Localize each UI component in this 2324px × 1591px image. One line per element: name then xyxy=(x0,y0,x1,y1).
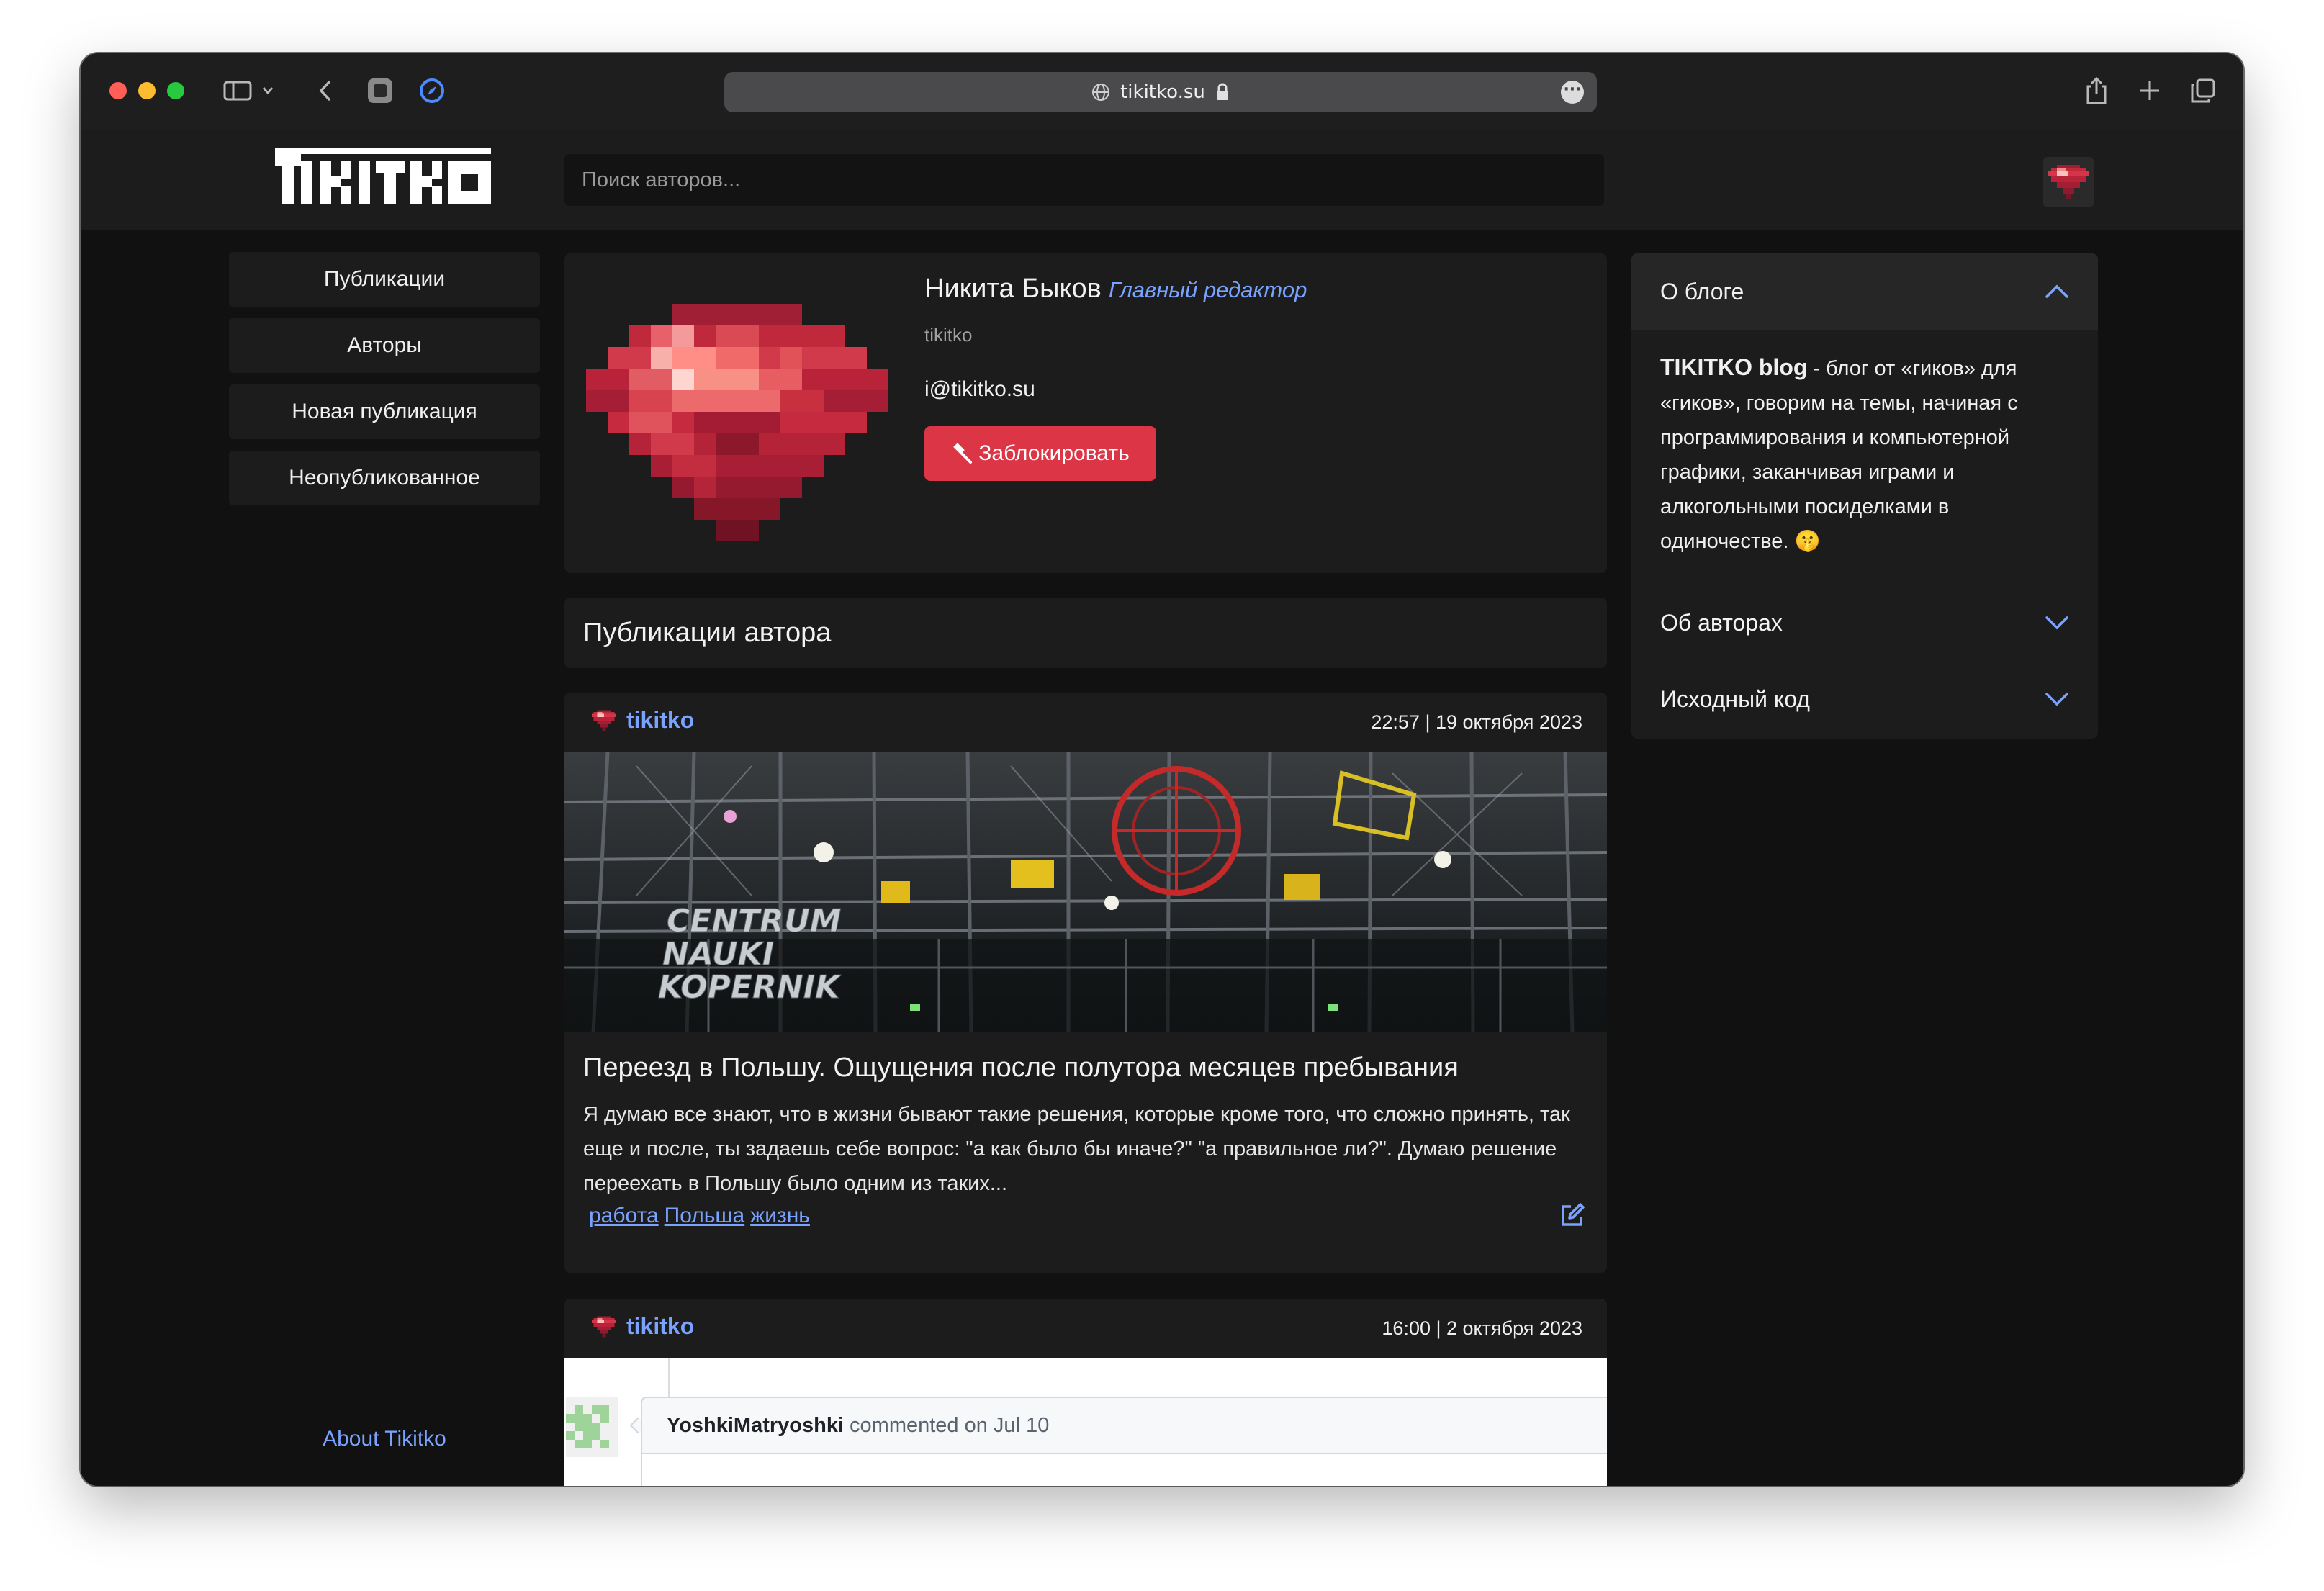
comment-header: YoshkiMatryoshki commented on Jul 10 xyxy=(641,1397,1607,1454)
block-author-button[interactable]: Заблокировать xyxy=(924,426,1156,481)
minimize-window-button[interactable] xyxy=(138,82,156,99)
chevron-up-icon xyxy=(2045,281,2069,302)
ruby-icon xyxy=(592,709,616,731)
block-author-label: Заблокировать xyxy=(978,441,1130,465)
accordion-source-code-label: Исходный код xyxy=(1660,685,1810,712)
post-date: 22:57 | 19 октября 2023 xyxy=(1371,711,1582,733)
about-blog-text: TIKITKO blog - блог от «гиков» для «гико… xyxy=(1660,350,2078,559)
post-date: 16:00 | 2 октября 2023 xyxy=(1382,1317,1582,1339)
post-header: tikitko 22:57 | 19 октября 2023 xyxy=(564,693,1607,752)
commenter-name: YoshkiMatryoshki xyxy=(667,1413,845,1437)
author-avatar-ruby xyxy=(586,304,888,541)
url-text: tikitko.su xyxy=(1120,81,1205,103)
image-text-line-3: KOPERNIK xyxy=(658,969,842,1006)
post-cover-image[interactable]: YoshkiMatryoshki commented on Jul 10 xyxy=(564,1358,1607,1486)
address-bar[interactable]: tikitko.su ··· xyxy=(724,72,1597,112)
tag-link[interactable]: работа xyxy=(589,1204,659,1228)
user-avatar[interactable] xyxy=(2043,157,2094,207)
post-author[interactable]: tikitko xyxy=(592,1313,694,1340)
post-tags: работа Польша жизнь xyxy=(589,1204,810,1228)
author-publications-heading: Публикации автора xyxy=(564,598,1607,668)
tag-link[interactable]: жизнь xyxy=(750,1204,810,1228)
author-profile-card: Никита Быков Главный редактор tikitko i@t… xyxy=(564,253,1607,573)
share-icon[interactable] xyxy=(2081,75,2112,107)
post-author[interactable]: tikitko xyxy=(592,707,694,734)
commenter-avatar xyxy=(566,1397,618,1457)
hammer-icon xyxy=(951,443,973,464)
about-blog-brand: TIKITKO blog xyxy=(1660,354,1808,380)
nav-item-unpublished[interactable]: Неопубликованное xyxy=(229,451,540,505)
author-role: Главный редактор xyxy=(1108,277,1307,302)
site-header xyxy=(81,130,2243,230)
accordion-about-authors-label: Об авторах xyxy=(1660,609,1783,636)
post-card[interactable]: tikitko 22:57 | 19 октября 2023 CENTRUM … xyxy=(564,693,1607,1273)
edit-post-icon[interactable] xyxy=(1559,1202,1585,1228)
author-name-text: Никита Быков xyxy=(924,274,1102,304)
nav-item-publications[interactable]: Публикации xyxy=(229,252,540,307)
extension-icon[interactable] xyxy=(364,75,396,107)
more-options-icon[interactable]: ··· xyxy=(1561,81,1584,104)
compass-icon[interactable] xyxy=(416,75,448,107)
about-tikitko-link[interactable]: About Tikitko xyxy=(229,1427,540,1451)
tikitko-logo[interactable] xyxy=(275,148,491,206)
post-header: tikitko 16:00 | 2 октября 2023 xyxy=(564,1299,1607,1358)
globe-icon xyxy=(1091,83,1110,102)
comment-meta: commented on Jul 10 xyxy=(850,1413,1050,1437)
post-author-name: tikitko xyxy=(626,1313,695,1339)
post-author-name: tikitko xyxy=(626,707,695,733)
back-arrow-icon[interactable] xyxy=(311,75,340,107)
close-window-button[interactable] xyxy=(109,82,127,99)
browser-toolbar: tikitko.su ··· xyxy=(81,53,2243,130)
author-name: Никита Быков Главный редактор xyxy=(924,274,1307,305)
post-excerpt: Я думаю все знают, что в жизни бывают та… xyxy=(583,1103,1570,1195)
timeline-line xyxy=(668,1358,670,1397)
search-input[interactable] xyxy=(564,154,1604,206)
sidebar-toggle-icon[interactable] xyxy=(222,75,279,107)
post-cover-image[interactable]: CENTRUM NAUKI KOPERNIK xyxy=(564,752,1607,1032)
nav-item-authors[interactable]: Авторы xyxy=(229,318,540,373)
tag-link[interactable]: Польша xyxy=(665,1204,744,1228)
about-blog-description: - блог от «гиков» для «гиков», говорим н… xyxy=(1660,357,2018,553)
post-title[interactable]: Переезд в Польшу. Ощущения после полутор… xyxy=(583,1053,1459,1083)
comment-body xyxy=(641,1454,1607,1486)
lock-icon xyxy=(1215,83,1230,102)
accordion-about-authors[interactable]: Об авторах xyxy=(1631,585,2098,661)
blog-info-sidebar: О блоге TIKITKO blog - блог от «гиков» д… xyxy=(1631,253,2098,739)
accordion-about-blog[interactable]: О блоге xyxy=(1631,253,2098,330)
chevron-down-icon xyxy=(2045,612,2069,634)
tab-overview-icon[interactable] xyxy=(2187,75,2219,107)
author-email: i@tikitko.su xyxy=(924,377,1035,401)
image-text-line-2: NAUKI xyxy=(662,936,774,973)
chevron-down-icon xyxy=(2045,688,2069,710)
author-login: tikitko xyxy=(924,324,973,346)
post-card[interactable]: tikitko 16:00 | 2 октября 2023 YoshkiMat… xyxy=(564,1299,1607,1486)
browser-window: tikitko.su ··· Поиск авторов... Публикац… xyxy=(81,53,2243,1486)
new-tab-icon[interactable] xyxy=(2134,75,2166,107)
accordion-source-code[interactable]: Исходный код xyxy=(1631,661,2098,737)
image-text-line-1: CENTRUM xyxy=(667,903,842,939)
accordion-about-blog-label: О блоге xyxy=(1660,278,1744,305)
ruby-icon xyxy=(592,1315,616,1338)
zoom-window-button[interactable] xyxy=(167,82,184,99)
nav-item-new-publication[interactable]: Новая публикация xyxy=(229,384,540,439)
